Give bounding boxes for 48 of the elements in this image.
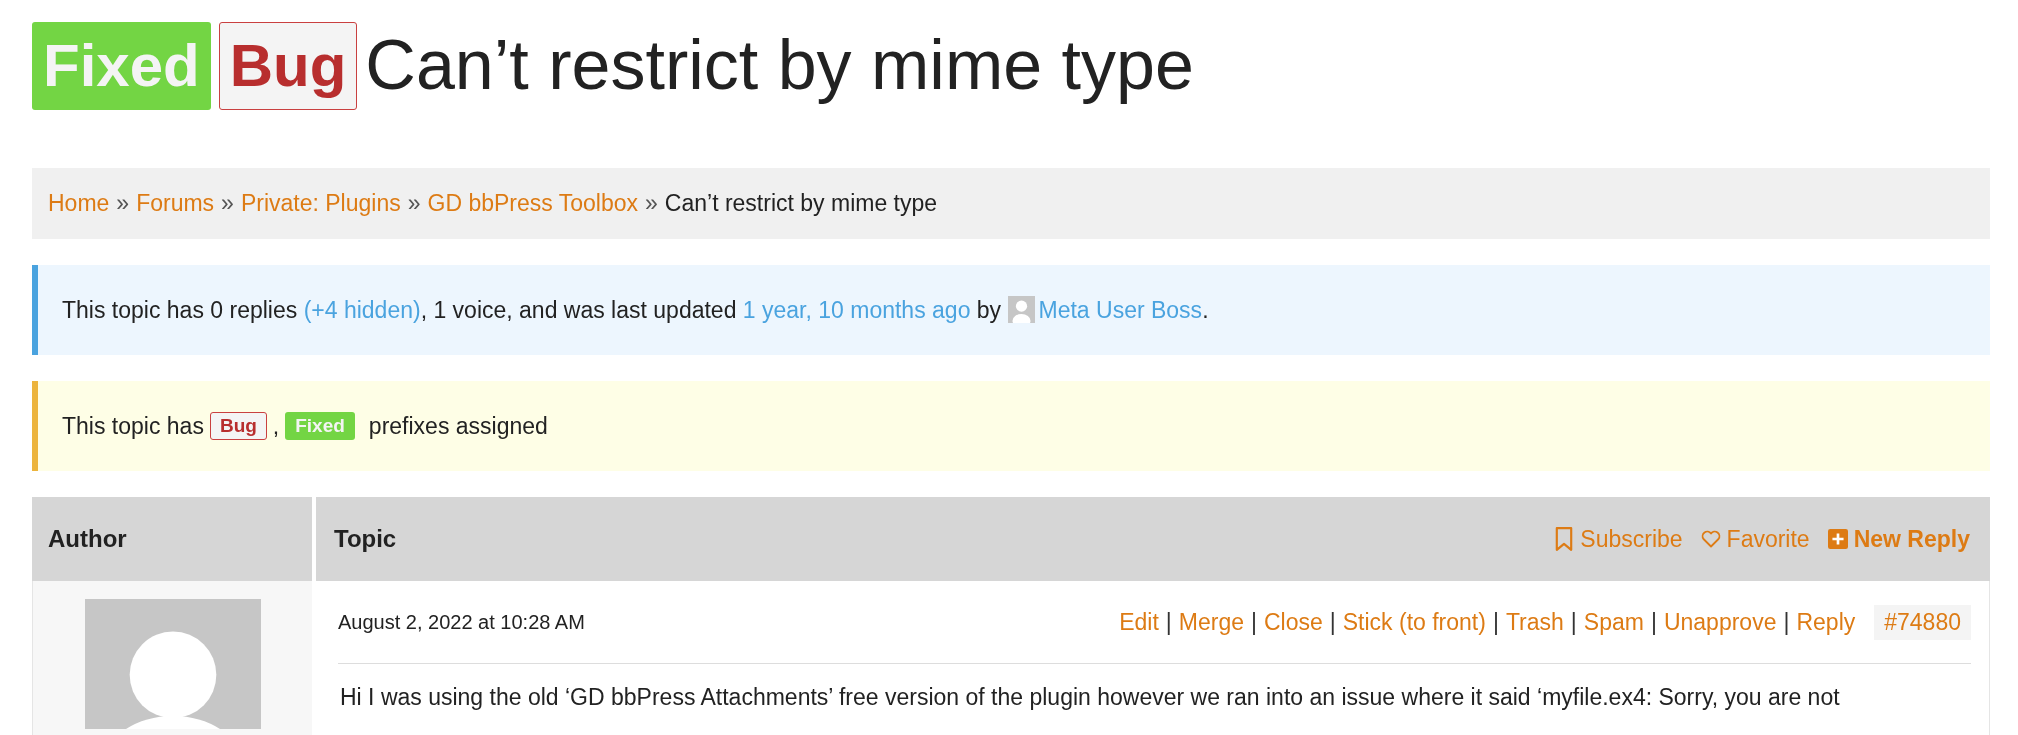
prefix-badge: Fixed — [32, 22, 211, 110]
action-separator: | — [1251, 608, 1257, 636]
comma-separator: , — [272, 412, 280, 440]
prefix-badge: Bug — [209, 412, 267, 440]
breadcrumb-link[interactable]: Home — [48, 190, 110, 217]
post-action-link[interactable]: Merge — [1178, 608, 1244, 636]
topic-title: Can’t restrict by mime type — [365, 25, 1194, 107]
topic-info-text: This topic has 0 replies (+4 hidden), 1 voice, and was last updated 1 year, 10 months ago by Meta User Boss. — [62, 296, 1209, 324]
post-date: August 2, 2022 at 10:28 AM — [338, 610, 585, 634]
action-separator: | — [1570, 608, 1577, 636]
breadcrumb-link[interactable]: Forums — [136, 190, 215, 217]
notice-text: This topic has — [62, 412, 204, 440]
action-separator: | — [1650, 608, 1657, 636]
column-header: Author — [32, 497, 312, 581]
avatar-icon — [84, 599, 261, 729]
info-link[interactable]: (+4 hidden) — [303, 297, 421, 323]
notice-text: prefixes assigned — [368, 412, 548, 440]
post-body-text: Hi I was using the old ‘GD bbPress Attachments’ free version of the plugin however we ran into an issue where it said ‘myfile.ex4: Sorry, you are not — [340, 684, 1841, 711]
post-action-link[interactable]: Trash — [1505, 608, 1564, 636]
breadcrumb-current: Can’t restrict by mime type — [664, 190, 938, 217]
avatar-icon — [1007, 296, 1035, 323]
topic-action-link[interactable]: Favorite — [1700, 525, 1810, 553]
topic-action-link[interactable]: Subscribe — [1554, 525, 1683, 553]
post-action-link[interactable]: Spam — [1583, 608, 1644, 636]
breadcrumb-link[interactable]: Private: Plugins — [240, 190, 401, 217]
post-action-link[interactable]: Reply — [1796, 608, 1856, 636]
breadcrumb-separator: » — [407, 190, 421, 217]
post-number-link[interactable]: #74880 — [1874, 604, 1971, 640]
bookmark-icon — [1554, 527, 1575, 551]
breadcrumb-link[interactable]: GD bbPress Toolbox — [427, 190, 639, 217]
info-link[interactable]: 1 year, 10 months ago — [742, 297, 971, 323]
prefix-badge: Fixed — [285, 412, 355, 440]
action-separator: | — [1783, 608, 1790, 636]
action-separator: | — [1492, 608, 1499, 636]
post-action-link[interactable]: Stick (to front) — [1342, 608, 1486, 636]
action-separator: | — [1165, 608, 1172, 636]
breadcrumb-separator: » — [116, 190, 130, 217]
action-separator: | — [1329, 608, 1336, 636]
column-header: Topic — [334, 525, 397, 553]
prefix-badge: Bug — [218, 22, 358, 110]
topic-action-link[interactable]: New Reply — [1827, 525, 1970, 553]
post-action-link[interactable]: Unapprove — [1663, 608, 1777, 636]
breadcrumb-separator: » — [221, 190, 234, 217]
post-action-link[interactable]: Edit — [1119, 608, 1159, 636]
info-link[interactable]: Meta User Boss — [1038, 297, 1203, 323]
plus-icon — [1827, 529, 1848, 549]
post-action-link[interactable]: Close — [1263, 608, 1323, 636]
breadcrumb-separator: » — [645, 190, 658, 217]
